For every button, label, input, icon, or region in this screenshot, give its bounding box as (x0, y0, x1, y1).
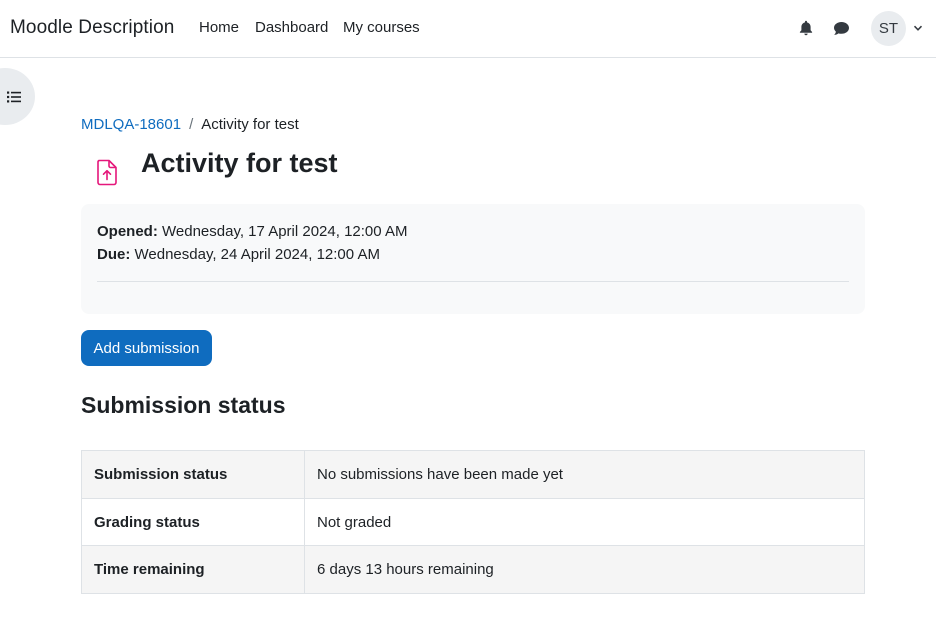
row-label: Time remaining (81, 545, 305, 595)
notifications-bell-icon[interactable] (794, 16, 818, 40)
submission-status-table: Submission status No submissions have be… (81, 450, 865, 595)
nav-my-courses[interactable]: My courses (343, 19, 420, 36)
chevron-down-icon[interactable] (912, 22, 924, 34)
due-value: Wednesday, 24 April 2024, 12:00 AM (130, 246, 380, 263)
row-value: No submissions have been made yet (304, 450, 865, 499)
add-submission-button[interactable]: Add submission (81, 330, 212, 366)
breadcrumb-course-link[interactable]: MDLQA-18601 (81, 116, 181, 133)
user-avatar[interactable]: ST (871, 11, 906, 46)
page-title: Activity for test (141, 148, 338, 178)
site-brand[interactable]: Moodle Description (10, 17, 174, 39)
nav-dashboard[interactable]: Dashboard (255, 19, 328, 36)
breadcrumb: MDLQA-18601 / Activity for test (81, 116, 299, 133)
file-upload-icon (97, 159, 117, 185)
breadcrumb-separator: / (189, 116, 194, 133)
top-navbar: Moodle Description Home Dashboard My cou… (0, 0, 936, 58)
course-index-toggle[interactable] (0, 68, 35, 125)
chat-bubble-icon (833, 21, 849, 35)
assignment-icon (90, 154, 124, 190)
opened-label: Opened: (97, 223, 158, 240)
table-row: Submission status No submissions have be… (81, 450, 865, 499)
table-row: Grading status Not graded (81, 497, 865, 547)
row-value: 6 days 13 hours remaining (304, 545, 865, 595)
row-label: Submission status (81, 450, 305, 499)
opened-value: Wednesday, 17 April 2024, 12:00 AM (157, 223, 408, 240)
due-date: Due: Wednesday, 24 April 2024, 12:00 AM (97, 246, 380, 263)
row-value: Not graded (304, 497, 865, 547)
breadcrumb-current: Activity for test (201, 116, 299, 133)
bell-icon (799, 20, 813, 36)
dates-divider (97, 281, 849, 282)
due-label: Due: (97, 246, 131, 263)
activity-dates: Opened: Wednesday, 17 April 2024, 12:00 … (81, 204, 865, 314)
messages-icon[interactable] (829, 16, 853, 40)
submission-status-heading: Submission status (81, 392, 286, 418)
nav-home[interactable]: Home (199, 19, 239, 36)
table-row: Time remaining 6 days 13 hours remaining (81, 545, 865, 595)
opened-date: Opened: Wednesday, 17 April 2024, 12:00 … (97, 223, 407, 240)
list-icon (7, 91, 21, 102)
row-label: Grading status (81, 497, 305, 547)
